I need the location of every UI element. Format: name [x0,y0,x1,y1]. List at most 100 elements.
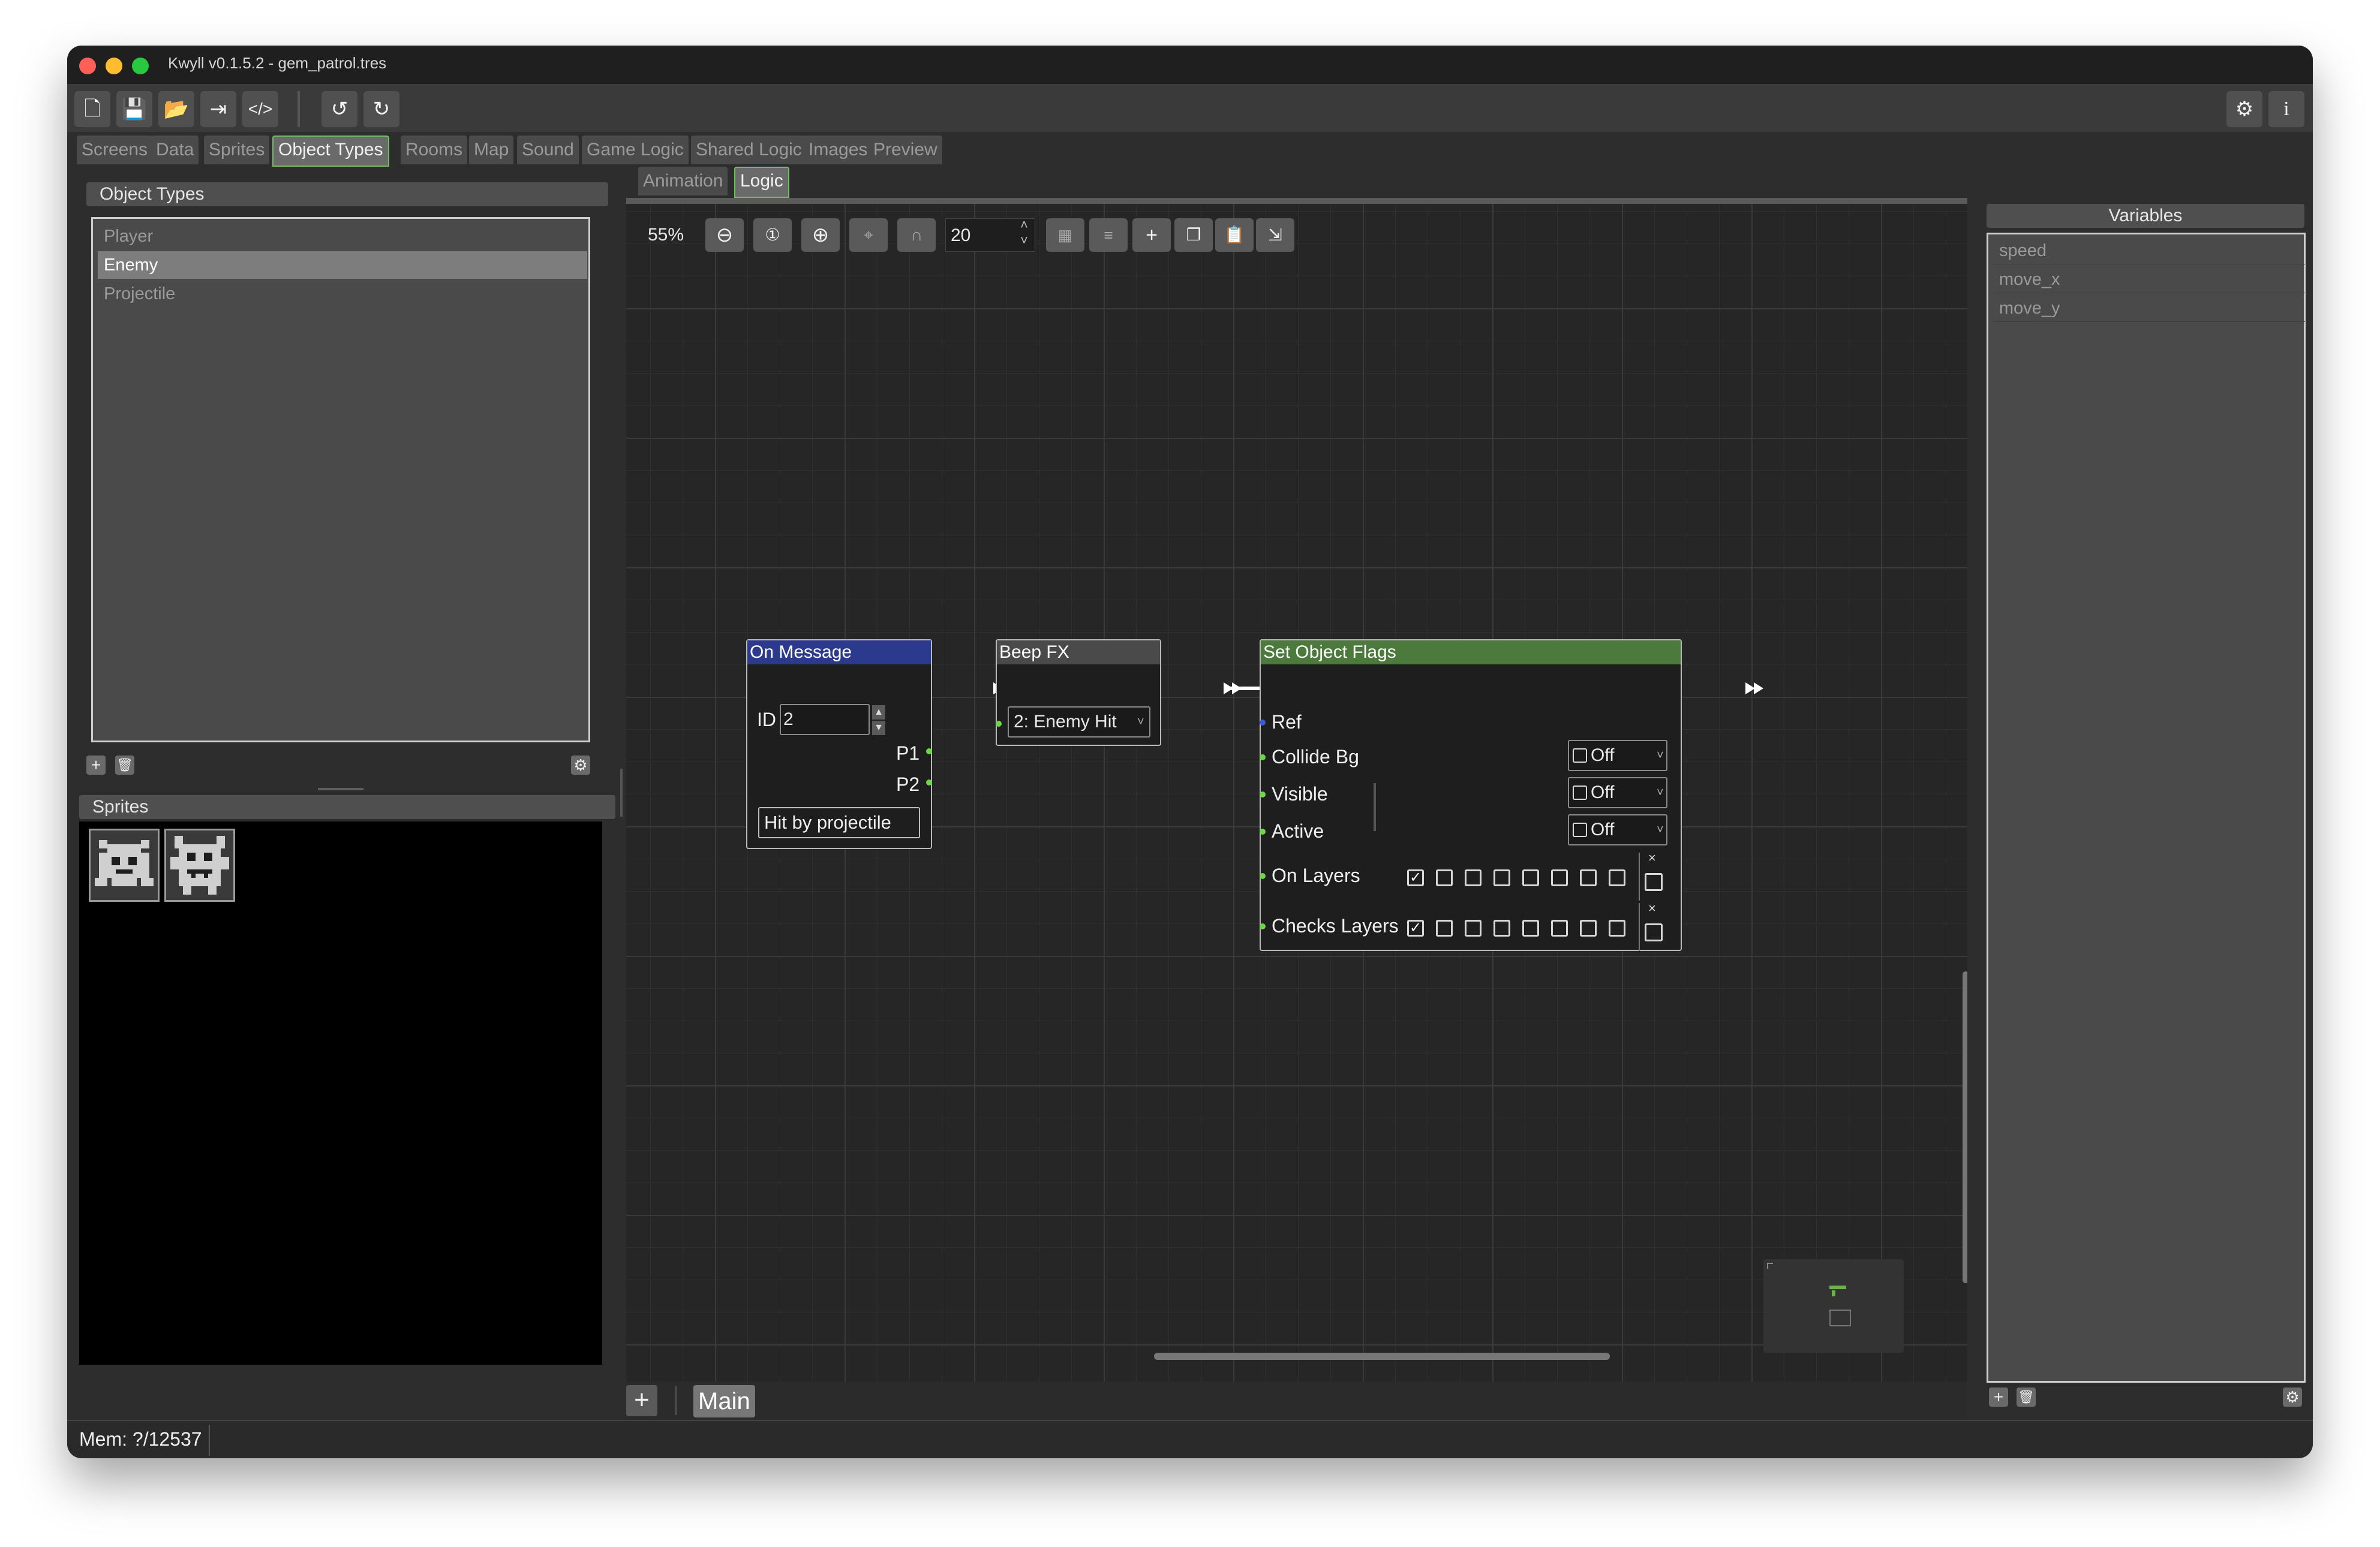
checks-layer-checkbox-4[interactable] [1493,920,1510,937]
ref-input-port[interactable] [1260,720,1266,726]
on-layer-checkbox-8[interactable] [1609,869,1625,886]
on-layer-checkbox-4[interactable] [1493,869,1510,886]
enemy-crab-sprite[interactable] [89,829,160,902]
visible-select[interactable]: Off ˅ [1568,777,1667,808]
redo-button[interactable]: ↻ [363,91,399,127]
variable-move-y[interactable]: move_y [1993,294,2305,322]
on-layer-checkbox-5[interactable] [1522,869,1539,886]
add-graph-tab-button[interactable]: + [626,1385,657,1416]
checks-layer-checkbox-1[interactable]: ✓ [1407,920,1424,937]
left-splitter-handle[interactable] [620,769,623,817]
chevron-down-icon: ˅ [1137,715,1144,729]
tab-logic[interactable]: Logic [734,167,789,198]
minimap[interactable] [1763,1259,1904,1353]
minimap-corner [1767,1263,1773,1269]
on-layer-checkbox-7[interactable] [1580,869,1597,886]
tab-map[interactable]: Map [469,136,514,164]
tab-object-types[interactable]: Object Types [272,136,389,167]
exec-out-arrow-3b [1754,682,1763,694]
add-variable-button[interactable]: + [1989,1388,2008,1407]
variable-move-x[interactable]: move_x [1993,266,2305,293]
id-stepper-up[interactable]: ▲ [872,705,885,720]
checks-layer-checkbox-8[interactable] [1609,920,1625,937]
message-name-button[interactable]: Hit by projectile [758,807,920,838]
on-layer-checkbox-2[interactable] [1436,869,1453,886]
tab-data[interactable]: Data [151,136,199,164]
export-button[interactable]: ⇥ [200,91,236,127]
settings-icon: ⚙ [2235,98,2254,121]
on-layers-label: On Layers [1272,865,1360,886]
checks-layer-checkbox-5[interactable] [1522,920,1539,937]
checks-layer-checkbox-3[interactable] [1465,920,1482,937]
node-set-object-flags[interactable]: Set Object Flags Ref Collide Bg Off ˅ Vi… [1260,639,1682,951]
tab-screens[interactable]: Screens [77,136,153,164]
tab-game-logic[interactable]: Game Logic [582,136,689,164]
exec-out-arrow-3 [1745,682,1755,694]
on-layer-checkbox-1[interactable]: ✓ [1407,869,1424,886]
settings-button[interactable]: ⚙ [2226,91,2262,127]
tab-sprites[interactable]: Sprites [204,136,270,164]
sound-input-port[interactable] [996,721,1002,727]
undo-icon: ↺ [330,98,348,121]
collide-bg-select[interactable]: Off ˅ [1568,740,1667,771]
tab-shared-logic[interactable]: Shared Logic [691,136,807,164]
redo-icon: ↻ [372,98,390,121]
message-id-field[interactable]: 2 [780,704,870,735]
tab-images[interactable]: Images [804,136,873,164]
list-item-projectile[interactable]: Projectile [98,280,587,308]
enemy-face-sprite[interactable] [164,829,235,902]
delete-variable-button[interactable]: 🗑 [2017,1388,2036,1407]
active-select[interactable]: Off ˅ [1568,814,1667,845]
tab-preview[interactable]: Preview [869,136,942,164]
close-window-button[interactable] [79,58,96,74]
variables-settings-button[interactable]: ⚙ [2283,1388,2302,1407]
id-stepper-down[interactable]: ▼ [872,721,885,735]
tab-animation[interactable]: Animation [638,167,728,195]
save-icon: 💾 [121,98,148,121]
splitter-handle[interactable] [318,788,363,790]
open-folder-icon: 📂 [163,98,190,121]
clear-on-layers-checkbox[interactable] [1645,873,1663,891]
info-button[interactable]: i [2268,91,2304,127]
variable-speed[interactable]: speed [1993,237,2305,264]
p1-output-port[interactable] [926,748,932,754]
sound-select[interactable]: 2: Enemy Hit ˅ [1008,706,1150,738]
collide-bg-value: Off [1591,745,1615,765]
right-splitter-handle[interactable] [1374,783,1376,831]
plus-icon: + [1993,1388,2004,1406]
checks-layer-checkbox-2[interactable] [1436,920,1453,937]
active-input-port[interactable] [1260,829,1266,835]
tab-main[interactable]: Main [693,1385,755,1417]
checks-layer-checkbox-7[interactable] [1580,920,1597,937]
tab-rooms[interactable]: Rooms [401,136,468,164]
node-beep-fx[interactable]: Beep FX 2: Enemy Hit ˅ [996,639,1161,746]
logic-graph-canvas[interactable]: 55% ⊖ ① ⊕ ⌖ ∩ 20 ˄ ˅ ▦ ≡ + ❐ 📋 ⇲ On Mess… [626,204,1967,1382]
horizontal-scrollbar[interactable] [1154,1353,1610,1360]
collide-bg-input-port[interactable] [1260,754,1266,760]
checks-layers-label: Checks Layers [1272,915,1399,937]
zoom-window-button[interactable] [132,58,149,74]
list-item-player[interactable]: Player [98,222,587,250]
object-type-settings-button[interactable]: ⚙ [571,756,590,775]
checks-layers-input-port[interactable] [1260,923,1266,929]
save-button[interactable]: 💾 [116,91,152,127]
delete-object-type-button[interactable]: 🗑 [115,756,134,775]
new-file-icon: 🗋 [84,98,101,121]
p2-output-port[interactable] [926,779,932,785]
clear-checks-layers-checkbox[interactable] [1645,923,1663,941]
list-item-enemy[interactable]: Enemy [98,251,587,279]
minimize-window-button[interactable] [106,58,122,74]
undo-button[interactable]: ↺ [321,91,357,127]
visible-input-port[interactable] [1260,791,1266,797]
add-object-type-button[interactable]: + [86,756,106,775]
on-layer-checkbox-6[interactable] [1551,869,1568,886]
new-file-button[interactable]: 🗋 [74,91,110,127]
vertical-scrollbar[interactable] [1963,971,1967,1283]
tab-sound[interactable]: Sound [517,136,579,164]
on-layer-checkbox-3[interactable] [1465,869,1482,886]
node-on-message[interactable]: On Message ID 2 ▲ ▼ P1 P2 Hit by project… [746,639,932,849]
code-button[interactable]: </> [242,91,278,127]
checks-layer-checkbox-6[interactable] [1551,920,1568,937]
open-button[interactable]: 📂 [158,91,194,127]
on-layers-input-port[interactable] [1260,873,1266,879]
